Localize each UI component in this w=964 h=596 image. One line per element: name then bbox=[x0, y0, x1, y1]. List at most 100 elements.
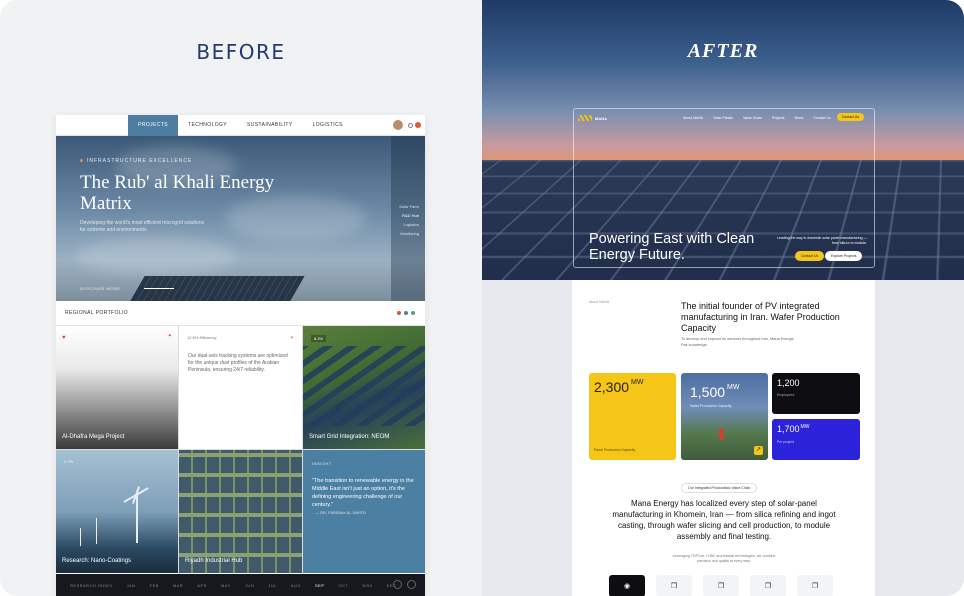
about-eyebrow: About MANA bbox=[589, 300, 610, 304]
silica-icon[interactable]: ◉ bbox=[609, 575, 645, 596]
about-subtitle: To develop and improve its services thro… bbox=[681, 337, 794, 347]
stat-label: Per project bbox=[777, 440, 794, 444]
solar-rows-image bbox=[303, 346, 425, 426]
insight-quote: "The transition to renewable energy in t… bbox=[312, 478, 414, 508]
month-item-selected[interactable]: SEP bbox=[315, 583, 325, 588]
wafer-icon[interactable]: ❐ bbox=[703, 575, 739, 596]
tile-riyadh[interactable]: Riyadh Industrial Hub bbox=[179, 450, 302, 573]
cell-icon[interactable]: ❐ bbox=[750, 575, 786, 596]
tile-title: Smart Grid Integration: NEOM bbox=[309, 434, 390, 440]
nav-link[interactable]: Projects bbox=[772, 116, 785, 120]
nav-link[interactable]: News bbox=[795, 116, 804, 120]
stat-card-wafer-capacity[interactable]: 1,500 MW Wafer Production Capacity ↗ bbox=[681, 373, 768, 460]
tile-title: Riyadh Industrial Hub bbox=[185, 558, 243, 564]
hero-tagline: Leading the way in domestic solar panel … bbox=[777, 236, 867, 245]
avatar[interactable] bbox=[393, 120, 403, 130]
stat-card-per-project: 1,700MW Per project bbox=[772, 419, 860, 460]
mana-logo[interactable]: MANA bbox=[578, 115, 607, 121]
hero-eyebrow: INFRASTRUCTURE EXCELLENCE bbox=[80, 158, 192, 164]
month-item[interactable]: MAR bbox=[173, 583, 183, 588]
nav-link[interactable]: Value Chain bbox=[743, 116, 762, 120]
ingot-icon[interactable]: ❐ bbox=[656, 575, 692, 596]
efficiency-pill: 12.5% Efficiency bbox=[187, 335, 217, 340]
tile-title: Al-Dhafra Mega Project bbox=[62, 434, 125, 440]
stat-unit: MW bbox=[727, 384, 740, 391]
brand-name: MANA bbox=[595, 115, 607, 121]
arrow-icon[interactable]: ↗ bbox=[754, 446, 763, 455]
discover-link[interactable]: DISCOVER MORE bbox=[80, 286, 121, 291]
heart-icon[interactable]: ♥ bbox=[62, 335, 66, 341]
prev-arrow-icon[interactable] bbox=[393, 580, 402, 589]
tile-badge: 2.7% bbox=[64, 459, 74, 464]
month-item[interactable]: APR bbox=[197, 583, 207, 588]
stat-value: 1,200 bbox=[777, 378, 800, 388]
stat-card-panel-capacity: 2,300 MW Panel Production Capacity bbox=[589, 373, 676, 460]
nav-sustainability[interactable]: SUSTAINABILITY bbox=[237, 115, 303, 136]
stat-unit: MW bbox=[631, 379, 644, 386]
nav-logistics[interactable]: LOGISTICS bbox=[303, 115, 353, 136]
side-item[interactable]: Solar Farm bbox=[399, 204, 419, 209]
stat-card-employees: 1,200 Employees bbox=[772, 373, 860, 414]
nav-link[interactable]: About MANA bbox=[683, 116, 703, 120]
insight-author: — DR. FARIDAH AL-SAYED bbox=[315, 510, 366, 515]
month-item[interactable]: OCT bbox=[339, 583, 349, 588]
nav-technology[interactable]: TECHNOLOGY bbox=[178, 115, 237, 136]
tile-badge: 8.2% bbox=[311, 335, 327, 342]
tile-insight: INSIGHT "The transition to renewable ene… bbox=[303, 450, 425, 573]
worker-image bbox=[719, 428, 724, 440]
tile-nano-coatings[interactable]: 2.7% Research: Nano-Coatings bbox=[56, 450, 178, 573]
dot-blue[interactable] bbox=[404, 311, 408, 315]
filter-dots[interactable] bbox=[397, 311, 415, 315]
side-item[interactable]: Logistics bbox=[403, 222, 419, 227]
nav-projects[interactable]: PROJECTS bbox=[128, 115, 179, 136]
notification-icon[interactable] bbox=[415, 122, 421, 128]
hero-title: Powering East with Clean Energy Future. bbox=[589, 231, 755, 263]
before-panel: BEFORE PROJECTS TECHNOLOGY SUSTAINABILIT… bbox=[0, 0, 482, 596]
month-item[interactable]: JUN bbox=[245, 583, 254, 588]
after-nav: MANA About MANA Solar Panels Value Chain… bbox=[578, 111, 870, 125]
before-nav: PROJECTS TECHNOLOGY SUSTAINABILITY LOGIS… bbox=[56, 115, 425, 136]
next-arrow-icon[interactable] bbox=[407, 580, 416, 589]
explore-projects-button[interactable]: Explore Projects bbox=[825, 251, 863, 261]
tile-neom[interactable]: 8.2% Smart Grid Integration: NEOM bbox=[303, 326, 425, 449]
nav-contact-button[interactable]: Contact Us bbox=[836, 113, 864, 121]
timeline-bar: RESEARCH INDEX JAN FEB MAR APR MAY JUN J… bbox=[56, 574, 425, 596]
before-hero: INFRASTRUCTURE EXCELLENCE The Rub' al Kh… bbox=[56, 136, 425, 301]
value-chain-pill: Our Integrated Photovoltaic Value Chain bbox=[681, 483, 758, 493]
month-item[interactable]: FEB bbox=[150, 583, 159, 588]
value-chain-steps: ◉ ❐ ❐ ❐ ❐ bbox=[609, 575, 833, 596]
tile-body: Our dual-axis tracking systems are optim… bbox=[188, 353, 288, 373]
dot-green[interactable] bbox=[411, 311, 415, 315]
logo-mark-icon bbox=[578, 115, 592, 121]
month-item[interactable]: NOV bbox=[362, 583, 372, 588]
tile-title: Research: Nano-Coatings bbox=[62, 558, 132, 564]
after-panel: MANA About MANA Solar Panels Value Chain… bbox=[482, 0, 964, 596]
tile-al-dhafra[interactable]: ♥ ✦ Al-Dhafra Mega Project bbox=[56, 326, 178, 449]
nav-link[interactable]: Solar Panels bbox=[713, 116, 733, 120]
month-item[interactable]: JUL bbox=[268, 583, 277, 588]
side-item[interactable]: R&D Hub bbox=[402, 213, 419, 218]
about-title: The initial founder of PV integrated man… bbox=[681, 301, 840, 333]
month-item[interactable]: JAN bbox=[127, 583, 136, 588]
stat-label: Panel Production Capacity bbox=[594, 448, 636, 452]
stat-value: 1,500 bbox=[690, 384, 726, 400]
nav-link[interactable]: Contact Us bbox=[813, 116, 830, 120]
divider bbox=[144, 288, 174, 289]
nav-links: About MANA Solar Panels Value Chain Proj… bbox=[683, 116, 846, 120]
dot-red[interactable] bbox=[397, 311, 401, 315]
before-label: BEFORE bbox=[196, 40, 286, 64]
regional-portfolio-label: REGIONAL PORTFOLIO bbox=[65, 310, 129, 316]
star-icon: ✦ bbox=[167, 333, 172, 339]
module-icon[interactable]: ❐ bbox=[797, 575, 833, 596]
value-chain-subtitle: Leveraging TOPCon, HJBC and bifacial tec… bbox=[672, 554, 776, 563]
tile-efficiency: 12.5% Efficiency ✦ Our dual-axis trackin… bbox=[179, 326, 302, 449]
month-item[interactable]: AUG bbox=[291, 583, 301, 588]
wind-turbine-image bbox=[136, 495, 138, 543]
stat-value: 1,700 bbox=[777, 424, 800, 434]
settings-icon[interactable] bbox=[408, 123, 413, 128]
contact-us-button[interactable]: Contact Us bbox=[795, 251, 825, 261]
month-item[interactable]: MAY bbox=[221, 583, 231, 588]
hero-title: The Rub' al Khali Energy Matrix bbox=[80, 172, 275, 214]
portfolio-grid: ♥ ✦ Al-Dhafra Mega Project 12.5% Efficie… bbox=[56, 326, 425, 573]
side-item[interactable]: Monitoring bbox=[400, 231, 419, 236]
